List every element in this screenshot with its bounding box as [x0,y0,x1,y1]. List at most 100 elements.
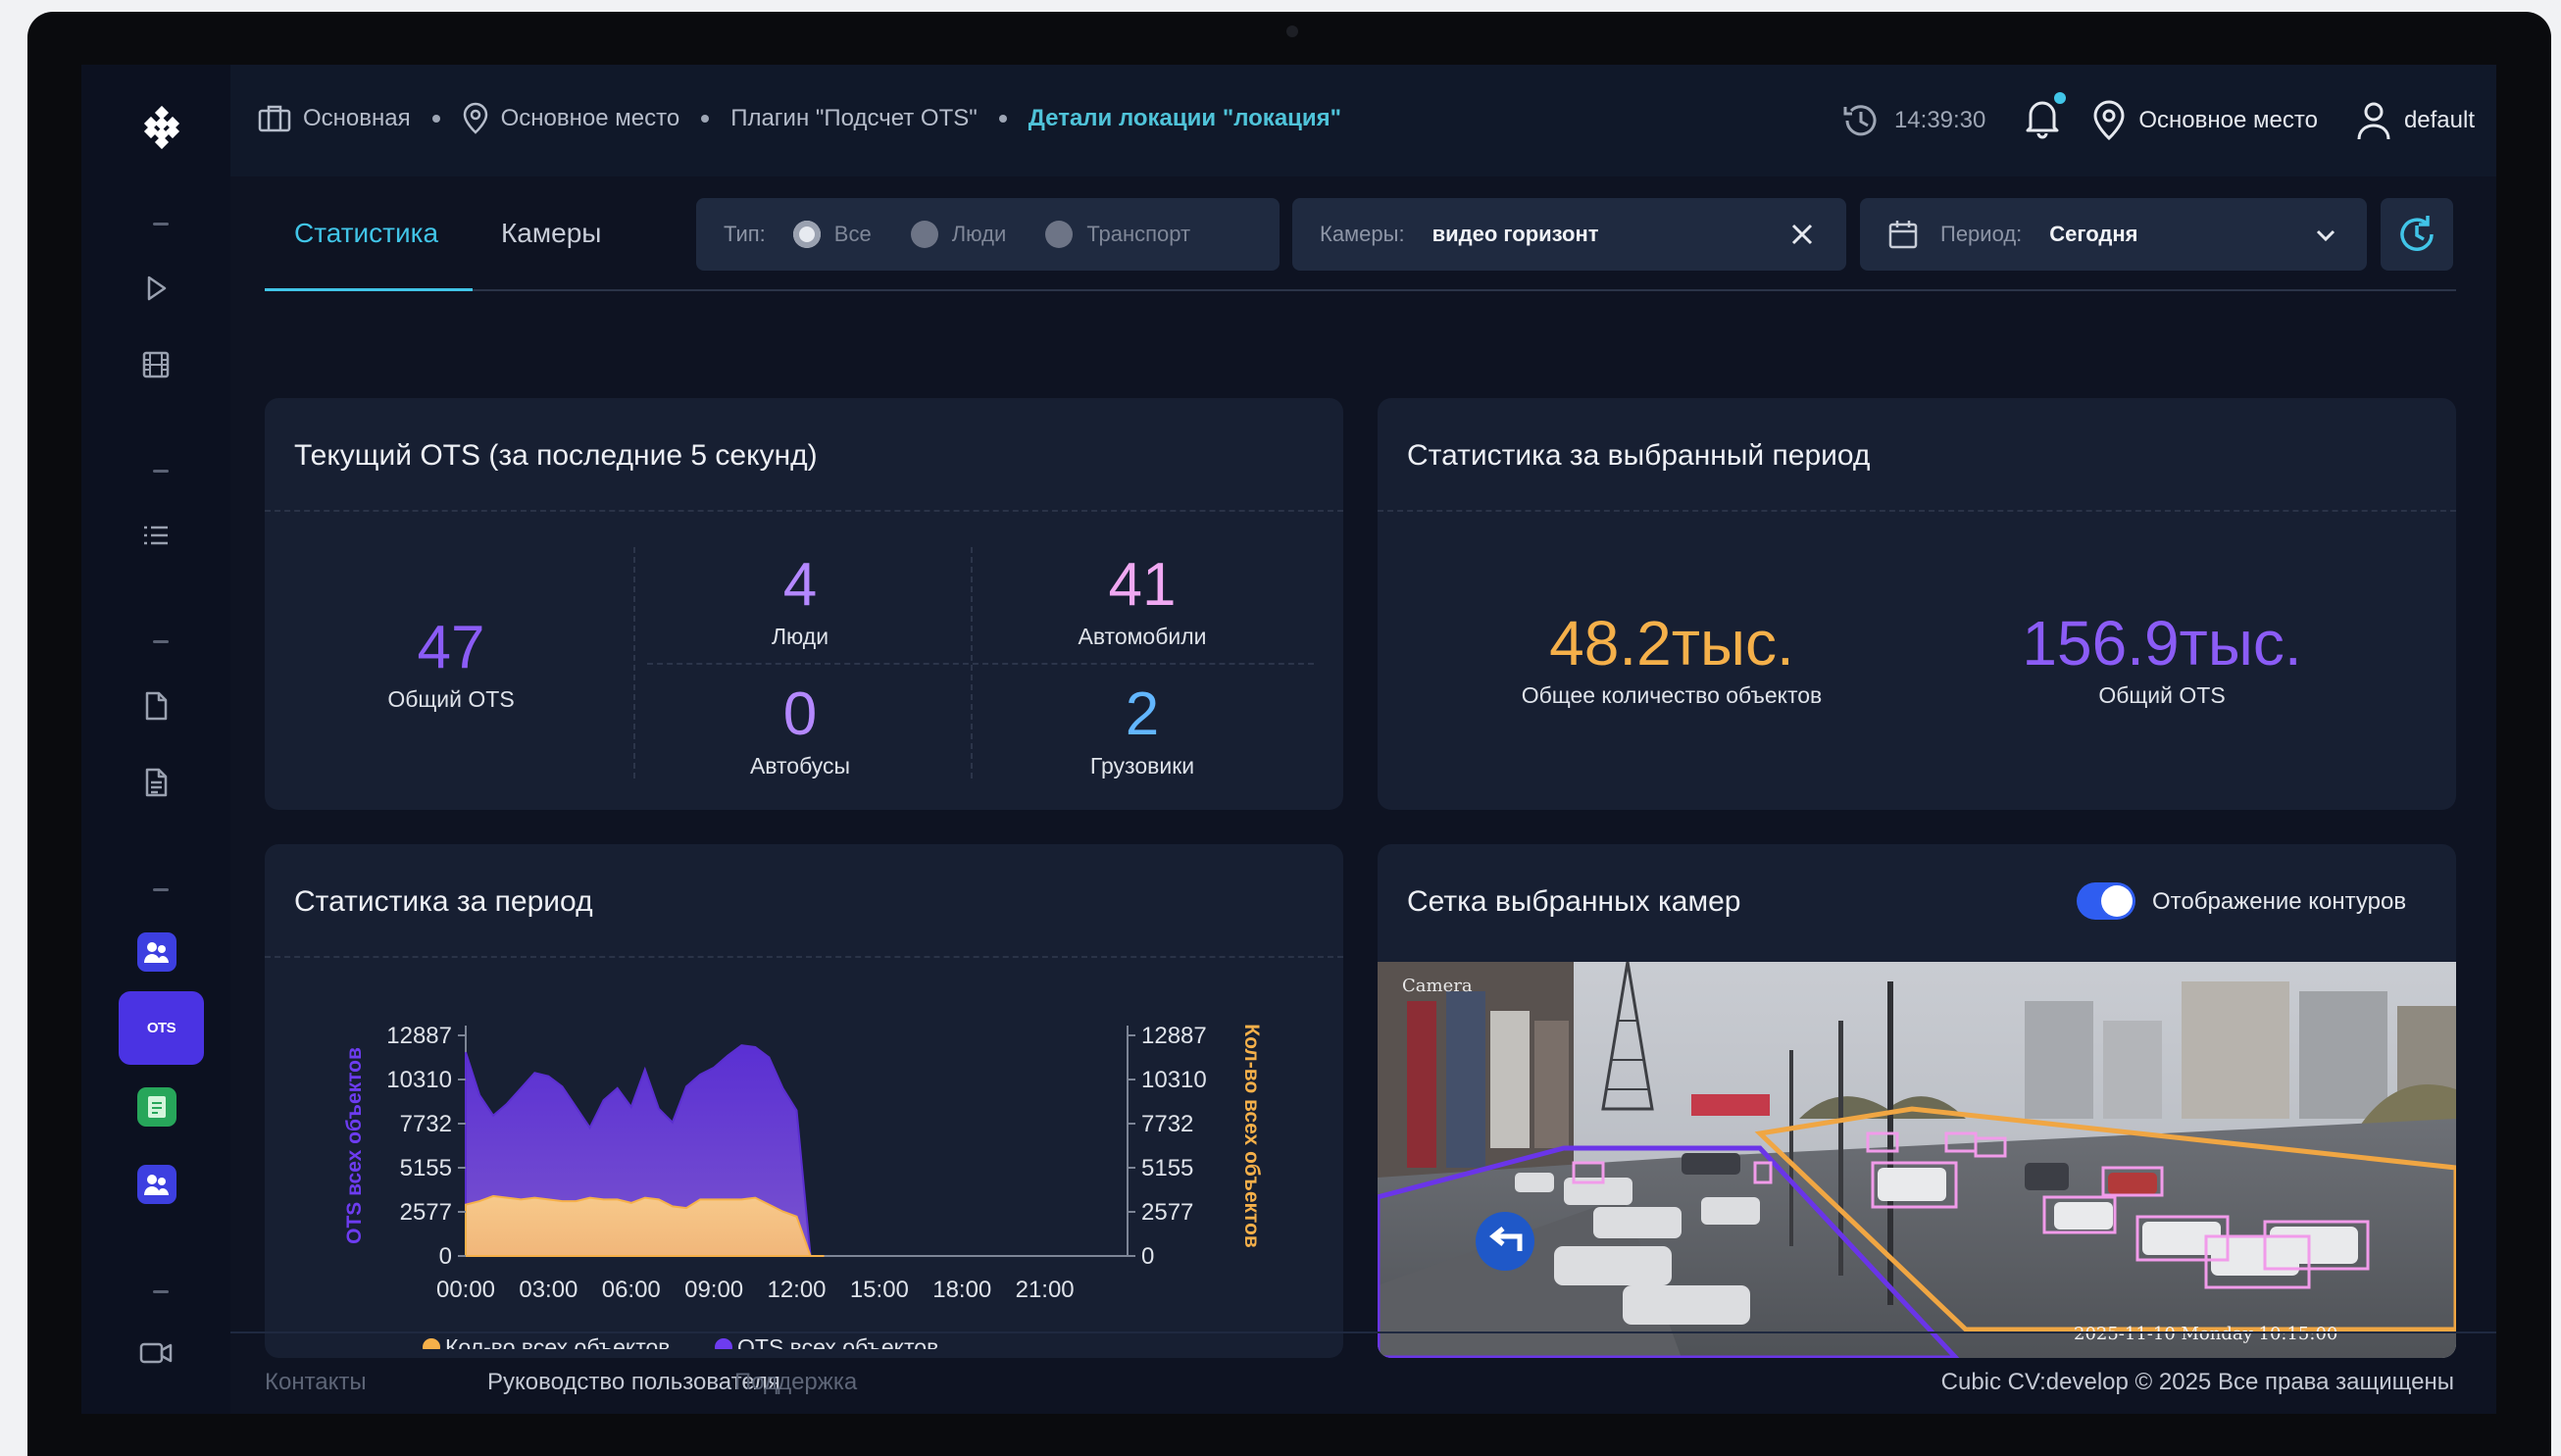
contours-toggle[interactable] [2077,882,2135,920]
y-tick-label-right: 5155 [1141,1155,1193,1181]
play-icon[interactable] [136,269,176,308]
ots-icon: OTS [146,1020,176,1036]
type-filter-label: Тип: [724,222,766,246]
metric-label: Люди [771,624,829,649]
breadcrumb-item-plugin[interactable]: Плагин "Подсчет OTS" [730,105,978,132]
cars-metric: 41 Автомобили [1020,555,1265,650]
period-filter-label: Период: [1940,222,2023,246]
breadcrumb-item-location[interactable]: Основное место [462,102,680,135]
y-axis-label-right: Кол-во всех объектов [1240,1024,1263,1248]
x-tick-label: 21:00 [1016,1277,1075,1303]
toggle-knob [2101,885,2133,917]
y-tick-label-right: 7732 [1141,1111,1193,1137]
y-tick-label-right: 0 [1141,1243,1154,1270]
user-menu[interactable]: default [2355,100,2475,141]
ots-plugin-button[interactable]: OTS [119,991,204,1065]
radio-selected [792,221,821,248]
film-icon[interactable] [136,345,176,384]
calendar-icon [1888,221,1918,249]
radio-label: Транспорт [1086,222,1191,246]
breadcrumb-separator [998,115,1007,123]
active-tab-indicator [265,288,473,291]
metric-label: Автобусы [749,753,851,778]
x-tick-label: 00:00 [436,1277,495,1303]
cameras-filter-value: видео горизонт [1431,222,1599,246]
area-chart: 0 0 2577 2577 5155 5155 7732 7732 10310 10310 1288… [343,1023,1263,1349]
series-area-objects [465,1194,825,1257]
x-tick-label: 12:00 [767,1277,826,1303]
period-filter[interactable]: Период: Сегодня [1860,198,2367,271]
card-title: Статистика за период [294,885,593,918]
map-pin-icon [2093,100,2125,141]
breadcrumb-label: Детали локации "локация" [1028,105,1342,131]
camera-feed[interactable]: Camera 2025-11-10 Monday 10:15:00 [1378,962,2456,1358]
metric-label: Грузовики [1089,753,1195,778]
breadcrumb-separator [431,115,440,123]
type-radio-all[interactable]: Все [792,221,872,248]
metric-label: Автомобили [1078,624,1207,649]
support-link[interactable]: Поддержка [734,1369,857,1396]
x-tick-label: 03:00 [519,1277,577,1303]
tab-statistics[interactable]: Статистика [294,218,438,249]
toggle-label: Отображение контуров [2152,888,2407,915]
people-metric: 4 Люди [702,555,898,650]
card-title: Статистика за выбранный период [1407,439,1871,472]
list-icon[interactable] [136,516,176,555]
chevron-down-icon [2316,229,2335,242]
breadcrumb-item-current: Детали локации "локация" [1029,105,1341,132]
card-title: Текущий OTS (за последние 5 секунд) [294,439,818,472]
copyright: Cubic CV:develop © 2025 Все права защище… [1940,1369,2454,1395]
type-filter: Тип: Все Люди Транспорт [696,198,1280,271]
notification-dot [2054,91,2067,104]
y-axis-label-left: OTS всех объектов [343,1047,366,1244]
video-camera-icon[interactable] [136,1333,176,1373]
metric-label: Общий OTS [2098,682,2226,708]
close-icon[interactable] [1787,220,1817,249]
x-tick-label: 18:00 [932,1277,991,1303]
breadcrumb-item-main[interactable]: Основная [258,104,411,133]
y-tick-label-left: 2577 [400,1199,452,1226]
current-ots-card: Текущий OTS (за последние 5 секунд) 47 О… [265,398,1343,810]
radio-label: Все [833,222,872,246]
clock: 14:39:30 [1839,99,1985,142]
type-radio-transport[interactable]: Транспорт [1045,221,1190,248]
breadcrumb-label: Плагин "Подсчет OTS" [730,105,978,131]
location-selector[interactable]: Основное место [2091,99,2318,142]
x-tick-label: 09:00 [684,1277,743,1303]
people-analytics-app-icon[interactable] [137,1165,176,1204]
sidebar-separator [153,223,169,226]
x-tick-label: 15:00 [850,1277,909,1303]
file-text-icon[interactable] [136,763,176,802]
y-tick-label-left: 5155 [400,1155,452,1181]
breadcrumb-separator [701,115,710,123]
contacts-link[interactable]: Контакты [265,1369,367,1396]
refresh-button[interactable] [2381,198,2453,271]
cameras-filter[interactable]: Камеры: видео горизонт [1292,198,1846,271]
checklist-app-icon[interactable] [137,1087,176,1127]
metric-value: 4 [782,551,818,619]
breadcrumb-label: Основное место [500,105,680,131]
app-screen: OTS Основная Основное место Плагин "Подс… [81,65,2496,1414]
sidebar-separator [153,888,169,891]
type-radio-people[interactable]: Люди [910,221,1006,248]
app-logo-icon[interactable] [138,104,185,151]
tab-cameras[interactable]: Камеры [501,218,601,249]
file-icon[interactable] [136,686,176,726]
card-divider [265,510,1343,512]
user-icon [2357,102,2390,140]
x-tick-label: 06:00 [602,1277,661,1303]
notifications-button[interactable] [2023,91,2067,146]
period-filter-value: Сегодня [2049,222,2138,246]
top-bar: Основная Основное место Плагин "Подсчет … [230,65,2496,176]
camera-grid-card: Сетка выбранных камер Отображение контур… [1378,844,2456,1358]
total-objects-metric: 48.2тыс. Общее количество объектов [1476,612,1868,709]
cameras-filter-label: Камеры: [1320,222,1405,246]
period-stats-card: Статистика за выбранный период 48.2тыс. … [1378,398,2456,810]
period-chart-card: Статистика за период 0 0 2577 2577 5155 5155 7… [265,844,1343,1358]
sidebar-separator [153,1290,169,1293]
people-counter-app-icon[interactable] [137,932,176,972]
briefcase-icon [258,105,291,132]
footer: Контакты Руководство пользователя Поддер… [230,1331,2496,1414]
y-tick-label-left: 7732 [400,1111,452,1137]
divider [647,663,1314,665]
